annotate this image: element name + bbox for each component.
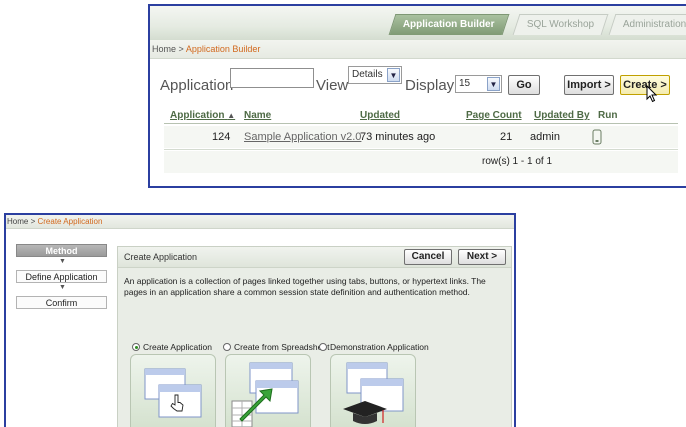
description-text: An application is a collection of pages … — [124, 276, 486, 297]
display-select-value: 15 — [459, 78, 471, 89]
breadcrumb: Home > Create Application — [6, 215, 514, 229]
chevron-down-icon: ▼ — [387, 68, 400, 82]
view-select[interactable]: Details ▼ — [348, 66, 402, 84]
header-divider — [164, 123, 678, 124]
pagination-text: row(s) 1 - 1 of 1 — [482, 156, 553, 167]
cell-page-count: 21 — [500, 131, 513, 143]
radio-create-application[interactable]: Create Application — [132, 342, 212, 352]
card-create-from-spreadsheet[interactable] — [225, 354, 311, 427]
tab-application-builder[interactable]: Application Builder — [388, 14, 510, 35]
wizard-step-define-application: Define Application — [16, 270, 107, 283]
tab-bar: Application Builder SQL Workshop Adminis… — [150, 6, 686, 41]
breadcrumb-current: Create Application — [37, 217, 103, 226]
cell-updated-by: admin — [530, 131, 560, 143]
import-button[interactable]: Import > — [564, 75, 614, 95]
pagination-row: row(s) 1 - 1 of 1 — [164, 151, 678, 173]
chevron-down-icon: ▼ — [59, 258, 66, 265]
tab-sql-workshop[interactable]: SQL Workshop — [512, 14, 609, 35]
application-search-label: Application — [160, 77, 234, 94]
demonstration-application-icon — [343, 362, 404, 424]
sort-ascending-icon: ▲ — [227, 111, 236, 120]
create-button[interactable]: Create > — [620, 75, 670, 95]
application-builder-panel: Application Builder SQL Workshop Adminis… — [148, 4, 686, 188]
radio-indicator — [319, 343, 327, 351]
column-header-updated-by[interactable]: Updated By — [534, 110, 590, 121]
column-header-application[interactable]: Application ▲ — [170, 110, 235, 121]
wizard-step-method: Method — [16, 244, 107, 257]
region-title: Create Application — [124, 252, 198, 262]
create-application-icon — [144, 368, 202, 418]
run-application-icon[interactable] — [592, 129, 602, 145]
radio-demonstration-application[interactable]: Demonstration Application — [319, 342, 429, 352]
spreadsheet-import-icon — [231, 362, 299, 427]
cell-application-id: 124 — [212, 131, 231, 143]
row-divider — [164, 149, 678, 150]
mouse-cursor-icon — [646, 85, 658, 103]
column-header-run: Run — [598, 110, 618, 121]
radio-create-from-spreadsheet[interactable]: Create from Spreadsheet — [223, 342, 329, 352]
view-label: View — [316, 77, 349, 94]
application-search-input[interactable] — [230, 68, 314, 88]
breadcrumb-separator: > — [30, 217, 36, 226]
display-select[interactable]: 15 ▼ — [455, 75, 502, 93]
chevron-down-icon: ▼ — [59, 284, 66, 291]
breadcrumb: Home > Application Builder — [150, 40, 686, 59]
breadcrumb-current: Application Builder — [185, 44, 261, 54]
radio-selected-indicator — [132, 343, 140, 351]
breadcrumb-home[interactable]: Home — [7, 217, 28, 226]
next-button[interactable]: Next > — [458, 249, 506, 265]
breadcrumb-home[interactable]: Home — [152, 44, 176, 54]
create-application-region: Create Application Cancel Next > An appl… — [117, 246, 512, 427]
tab-administration[interactable]: Administration — [608, 14, 686, 35]
column-header-name[interactable]: Name — [244, 110, 271, 121]
region-header: Create Application Cancel Next > — [118, 247, 511, 268]
column-header-page-count[interactable]: Page Count — [466, 110, 522, 121]
table-row: 124 Sample Application v2.0 73 minutes a… — [164, 126, 678, 148]
view-select-value: Details — [352, 69, 383, 80]
go-button[interactable]: Go — [508, 75, 540, 95]
cancel-button[interactable]: Cancel — [404, 249, 452, 265]
card-demonstration-application[interactable] — [330, 354, 416, 427]
cell-application-name-link[interactable]: Sample Application v2.0 — [244, 126, 361, 148]
chevron-down-icon: ▼ — [487, 77, 500, 91]
card-create-application[interactable] — [130, 354, 216, 427]
cell-updated: 73 minutes ago — [360, 131, 436, 143]
create-application-panel: Home > Create Application Method ▼ Defin… — [4, 213, 516, 427]
wizard-step-confirm: Confirm — [16, 296, 107, 309]
column-header-updated[interactable]: Updated — [360, 110, 400, 121]
radio-indicator — [223, 343, 231, 351]
display-label: Display — [405, 77, 455, 94]
breadcrumb-separator: > — [178, 44, 184, 54]
